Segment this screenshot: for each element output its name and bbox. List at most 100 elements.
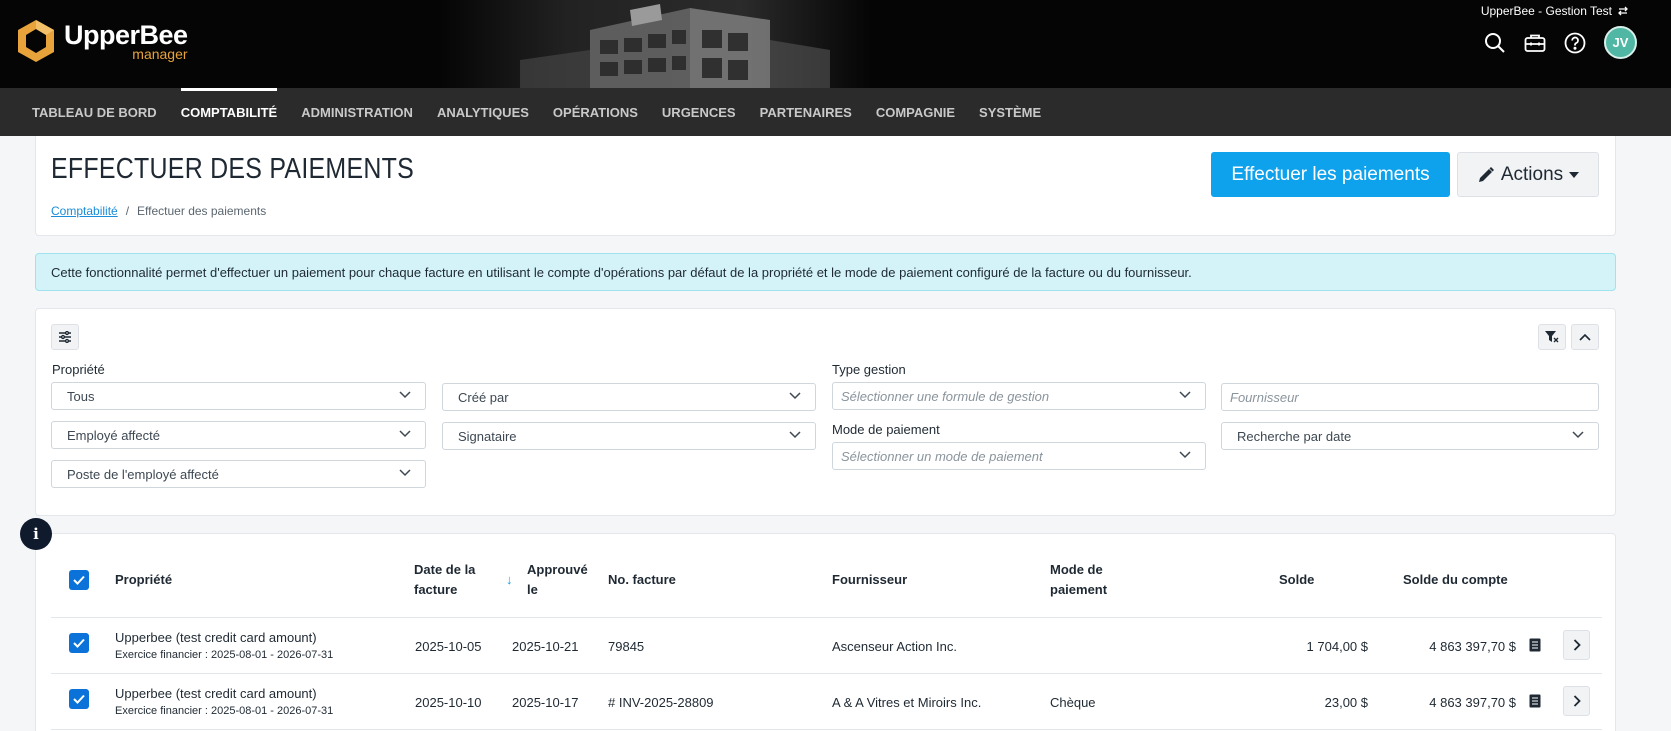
chevron-down-icon <box>1572 431 1584 439</box>
row-fournisseur: A & A Vitres et Miroirs Inc. <box>832 695 982 710</box>
fournisseur-placeholder: Fournisseur <box>1230 390 1299 405</box>
mode-paiement-select[interactable]: Sélectionner un mode de paiement <box>832 442 1206 470</box>
mode-paiement-placeholder: Sélectionner un mode de paiement <box>841 449 1043 464</box>
user-avatar[interactable]: JV <box>1604 26 1637 59</box>
column-header-no-facture[interactable]: No. facture <box>608 570 676 590</box>
nav-administration[interactable]: ADMINISTRATION <box>301 88 413 136</box>
upperbee-logo[interactable]: UpperBee manager <box>16 18 188 64</box>
column-header-solde-compte[interactable]: Solde du compte <box>1403 570 1508 590</box>
clear-filters-button[interactable] <box>1538 324 1566 350</box>
row-detail-button[interactable] <box>1563 686 1590 716</box>
row-date-facture: 2025-10-10 <box>415 695 482 710</box>
header-date-line-2: facture <box>414 582 458 597</box>
actions-label: Actions <box>1500 163 1564 185</box>
select-all-checkbox[interactable] <box>69 570 89 590</box>
chevron-right-icon <box>1573 695 1581 707</box>
row-propriete: Upperbee (test credit card amount) <box>115 630 317 645</box>
breadcrumb: Comptabilité / Effectuer des paiements <box>51 204 266 218</box>
row-divider <box>51 729 1602 730</box>
breadcrumb-current: Effectuer des paiements <box>137 204 267 218</box>
column-header-mode-paiement[interactable]: Mode de paiement <box>1050 560 1107 600</box>
column-header-approuve-le[interactable]: Approuvé le <box>527 560 588 600</box>
checkmark-icon <box>73 638 85 648</box>
column-header-solde[interactable]: Solde <box>1279 570 1314 590</box>
poste-employe-select[interactable]: Poste de l'employé affecté <box>51 460 426 488</box>
document-icon[interactable] <box>1529 694 1541 708</box>
nav-urgences[interactable]: URGENCES <box>662 88 736 136</box>
actions-dropdown-button[interactable]: Actions <box>1457 152 1599 197</box>
fournisseur-input[interactable]: Fournisseur <box>1221 383 1599 411</box>
chevron-up-icon <box>1579 333 1591 341</box>
environment-name: UpperBee - Gestion Test <box>1480 4 1612 18</box>
propriete-label: Propriété <box>52 362 105 377</box>
help-icon[interactable] <box>1564 32 1586 54</box>
row-solde-compte: 4 863 397,70 $ <box>1429 639 1516 654</box>
row-fournisseur: Ascenseur Action Inc. <box>832 639 958 654</box>
column-header-fournisseur[interactable]: Fournisseur <box>832 570 907 590</box>
chevron-down-icon <box>399 469 411 477</box>
signataire-select[interactable]: Signataire <box>442 422 816 450</box>
row-detail-button[interactable] <box>1563 630 1590 660</box>
recherche-date-select[interactable]: Recherche par date <box>1221 422 1599 450</box>
row-approuve: 2025-10-17 <box>512 695 579 710</box>
chevron-down-icon <box>789 392 801 400</box>
column-header-date-facture[interactable]: Date de la facture <box>414 560 475 600</box>
row-divider <box>51 673 1602 674</box>
cree-par-value: Créé par <box>458 390 509 405</box>
nav-tableau-de-bord[interactable]: TABLEAU DE BORD <box>32 88 157 136</box>
column-header-propriete[interactable]: Propriété <box>115 570 172 590</box>
nav-compagnie[interactable]: COMPAGNIE <box>876 88 955 136</box>
chevron-down-icon <box>789 431 801 439</box>
type-gestion-placeholder: Sélectionner une formule de gestion <box>841 389 1050 404</box>
mode-paiement-label: Mode de paiement <box>832 422 940 437</box>
nav-operations[interactable]: OPÉRATIONS <box>553 88 638 136</box>
logo-title: UpperBee <box>64 19 188 50</box>
toolbox-icon[interactable] <box>1524 32 1546 54</box>
propriete-select[interactable]: Tous <box>51 382 426 410</box>
row-checkbox[interactable] <box>69 633 89 653</box>
chevron-right-icon <box>1573 639 1581 651</box>
sort-down-icon[interactable]: ↓ <box>506 570 513 590</box>
swap-arrows-icon <box>1618 6 1628 16</box>
filter-clear-icon <box>1545 331 1559 343</box>
document-icon[interactable] <box>1529 638 1541 652</box>
building-banner-image <box>440 0 870 88</box>
filters-card: Propriété Tous Employé affecté Poste de … <box>35 308 1616 516</box>
caret-down-icon <box>1569 171 1580 178</box>
chevron-down-icon <box>1179 451 1191 459</box>
row-solde-compte: 4 863 397,70 $ <box>1429 695 1516 710</box>
poste-employe-value: Poste de l'employé affecté <box>67 467 219 482</box>
row-solde: 1 704,00 $ <box>1306 639 1368 654</box>
checkmark-icon <box>73 694 85 704</box>
type-gestion-select[interactable]: Sélectionner une formule de gestion <box>832 382 1206 410</box>
breadcrumb-link-comptabilite[interactable]: Comptabilité <box>51 204 118 218</box>
header-date-line-1: Date de la <box>414 562 476 577</box>
sliders-icon <box>59 331 71 343</box>
chevron-down-icon <box>399 430 411 438</box>
search-icon[interactable] <box>1484 32 1506 54</box>
row-propriete: Upperbee (test credit card amount) <box>115 686 317 701</box>
nav-partenaires[interactable]: PARTENAIRES <box>760 88 852 136</box>
row-divider <box>51 617 1602 618</box>
effectuer-paiements-button[interactable]: Effectuer les paiements <box>1211 152 1450 197</box>
info-alert: Cette fonctionnalité permet d'effectuer … <box>35 253 1616 291</box>
pencil-icon <box>1478 166 1494 182</box>
page-title: EFFECTUER DES PAIEMENTS <box>51 153 414 185</box>
nav-analytiques[interactable]: ANALYTIQUES <box>437 88 529 136</box>
filter-settings-button[interactable] <box>51 324 79 350</box>
header-mode-line-1: Mode de <box>1050 562 1103 577</box>
header-mode-line-2: paiement <box>1050 582 1108 597</box>
employe-affecte-select[interactable]: Employé affecté <box>51 421 426 449</box>
nav-comptabilite[interactable]: COMPTABILITÉ <box>180 88 277 136</box>
row-checkbox[interactable] <box>69 689 89 709</box>
chevron-down-icon <box>399 391 411 399</box>
row-solde: 23,00 $ <box>1324 695 1368 710</box>
collapse-filters-button[interactable] <box>1571 324 1599 350</box>
nav-systeme[interactable]: SYSTÈME <box>979 88 1041 136</box>
propriete-select-value: Tous <box>67 389 95 404</box>
row-approuve: 2025-10-21 <box>512 639 579 654</box>
cree-par-select[interactable]: Créé par <box>442 383 816 411</box>
invoices-table: Propriété Date de la facture ↓ Approuvé … <box>35 533 1616 731</box>
info-icon[interactable]: i <box>20 518 52 550</box>
environment-switcher[interactable]: UpperBee - Gestion Test <box>1481 4 1629 18</box>
